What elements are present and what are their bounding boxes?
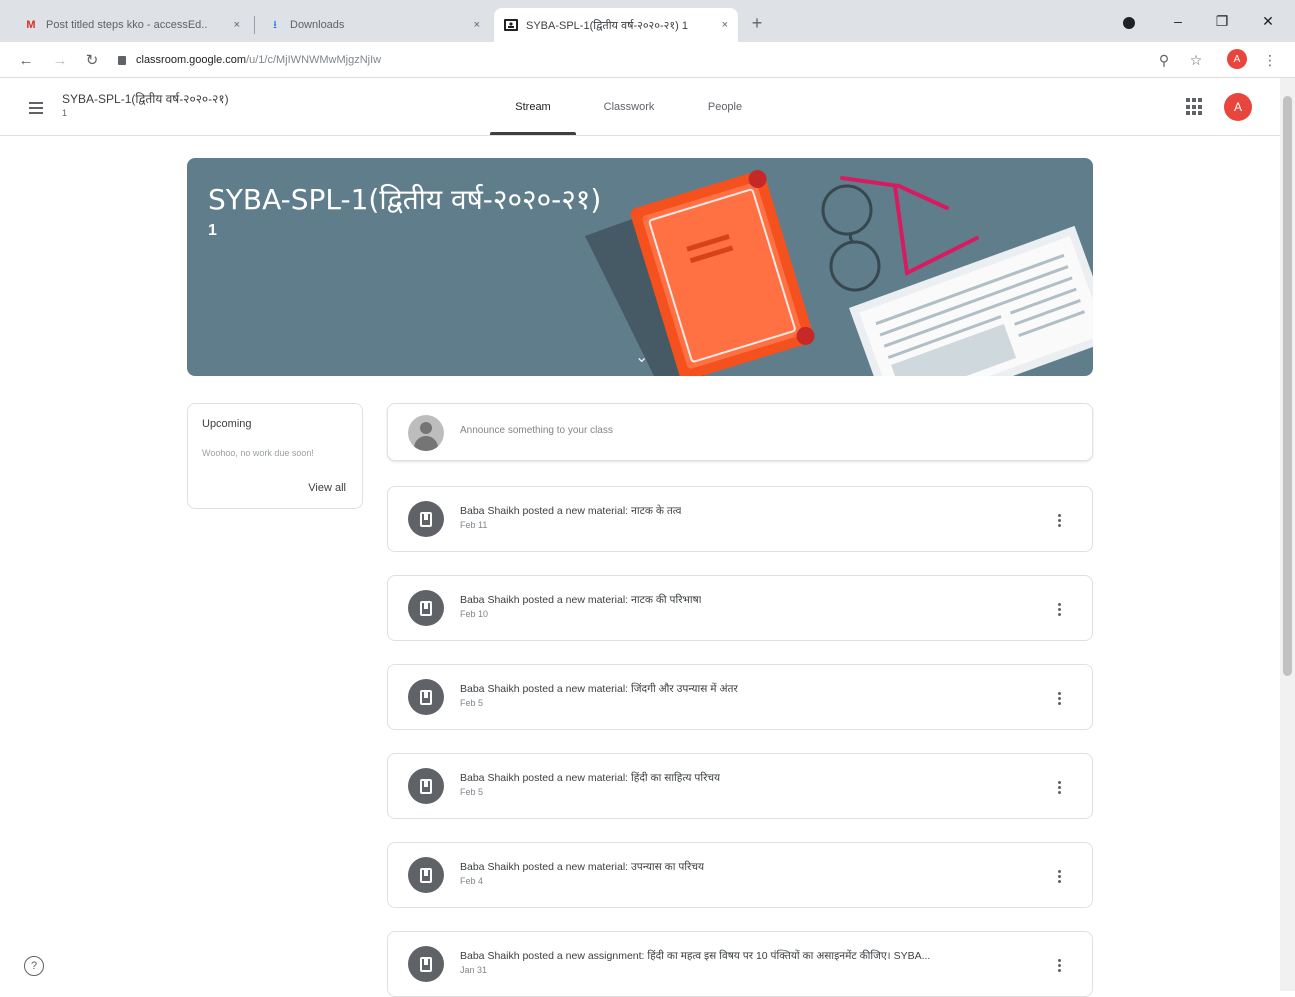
help-icon[interactable]: ? (24, 956, 44, 976)
more-options-icon[interactable] (1052, 687, 1066, 709)
material-icon (408, 679, 444, 715)
more-options-icon[interactable] (1052, 865, 1066, 887)
scrollbar-thumb[interactable] (1283, 96, 1292, 676)
post-date: Jan 31 (460, 965, 488, 975)
upcoming-empty-text: Woohoo, no work due soon! (202, 448, 314, 458)
classroom-header: SYBA-SPL-1(द्वितीय वर्ष-२०२०-२१) 1 Strea… (0, 78, 1280, 136)
post-date: Feb 11 (460, 520, 488, 530)
tab-title: Post titled steps kko - accessEd.. (46, 19, 208, 31)
stream-post[interactable]: Baba Shaikh posted a new material: जिंदग… (387, 664, 1093, 730)
announce-box[interactable]: Announce something to your class (387, 403, 1093, 461)
stream-post[interactable]: Baba Shaikh posted a new material: नाटक … (387, 486, 1093, 552)
post-text: Baba Shaikh posted a new material: नाटक … (460, 505, 682, 517)
tab-stream[interactable]: Stream (490, 78, 576, 135)
lock-icon (118, 55, 126, 65)
tab-title: Downloads (290, 19, 345, 31)
maximize-button[interactable]: ❐ (1204, 6, 1240, 36)
material-icon (408, 857, 444, 893)
more-options-icon[interactable] (1052, 954, 1066, 976)
browser-tab-strip: M Post titled steps kko - accessEd.. × ⭳… (0, 0, 1295, 42)
tab-title: SYBA-SPL-1(द्वितीय वर्ष-२०२०-२१) 1 (526, 19, 688, 32)
close-tab-icon[interactable]: × (234, 19, 240, 31)
announce-placeholder: Announce something to your class (460, 425, 613, 436)
post-text: Baba Shaikh posted a new material: उपन्य… (460, 861, 705, 873)
material-icon (408, 501, 444, 537)
upcoming-title: Upcoming (202, 418, 252, 430)
tab-search-icon[interactable] (1118, 12, 1140, 34)
post-date: Feb 10 (460, 609, 489, 619)
gmail-icon: M (26, 19, 36, 31)
post-date: Feb 5 (460, 698, 484, 708)
banner-section: 1 (208, 222, 217, 239)
close-tab-icon[interactable]: × (474, 19, 480, 31)
minimize-button[interactable]: – (1160, 6, 1196, 36)
post-text: Baba Shaikh posted a new material: नाटक … (460, 594, 702, 606)
post-date: Feb 5 (460, 787, 484, 797)
upcoming-card: Upcoming Woohoo, no work due soon! View … (187, 403, 363, 509)
tab-classwork[interactable]: Classwork (586, 78, 672, 135)
browser-menu-icon[interactable]: ⋮ (1260, 50, 1280, 70)
reload-icon[interactable]: ↻ (80, 48, 104, 72)
address-bar[interactable]: classroom.google.com /u/1/c/MjIWNWMwMjgz… (118, 48, 1138, 72)
stream-post[interactable]: Baba Shaikh posted a new material: हिंदी… (387, 753, 1093, 819)
stream-post[interactable]: Baba Shaikh posted a new assignment: हिं… (387, 931, 1093, 997)
view-all-link[interactable]: View all (308, 482, 346, 494)
page-scrollbar[interactable] (1280, 78, 1295, 991)
browser-profile-avatar[interactable]: A (1227, 49, 1247, 69)
hamburger-menu-icon[interactable] (22, 94, 50, 122)
material-icon (408, 768, 444, 804)
close-tab-icon[interactable]: × (722, 19, 728, 31)
class-banner: ⌄ SYBA-SPL-1(द्वितीय वर्ष-२०२०-२१) 1 (187, 158, 1093, 376)
download-icon: ⭳ (273, 18, 277, 31)
back-arrow-icon[interactable]: ← (14, 48, 38, 72)
classroom-icon (504, 19, 518, 31)
url-path: /u/1/c/MjIWNWMwMjgzNjIw (246, 54, 382, 66)
google-apps-icon[interactable] (1186, 98, 1204, 116)
material-icon (408, 590, 444, 626)
window-close-button[interactable]: ✕ (1250, 6, 1286, 36)
more-options-icon[interactable] (1052, 598, 1066, 620)
forward-arrow-icon[interactable]: → (48, 48, 72, 72)
account-avatar[interactable]: A (1224, 93, 1252, 121)
class-section: 1 (62, 108, 68, 118)
post-date: Feb 4 (460, 876, 484, 886)
post-text: Baba Shaikh posted a new material: हिंदी… (460, 772, 721, 784)
more-options-icon[interactable] (1052, 776, 1066, 798)
browser-tab-downloads[interactable]: ⭳ Downloads × (258, 8, 490, 42)
browser-tab-classroom[interactable]: SYBA-SPL-1(द्वितीय वर्ष-२०२०-२१) 1 × (494, 8, 738, 42)
more-options-icon[interactable] (1052, 509, 1066, 531)
stream-post[interactable]: Baba Shaikh posted a new material: नाटक … (387, 575, 1093, 641)
class-name[interactable]: SYBA-SPL-1(द्वितीय वर्ष-२०२०-२१) (62, 90, 229, 107)
bookmark-star-icon[interactable]: ☆ (1186, 50, 1206, 70)
tab-people[interactable]: People (684, 78, 766, 135)
user-avatar-icon (408, 415, 444, 451)
stream-post[interactable]: Baba Shaikh posted a new material: उपन्य… (387, 842, 1093, 908)
banner-expand-icon[interactable]: ⌄ (635, 347, 648, 366)
banner-title: SYBA-SPL-1(द्वितीय वर्ष-२०२०-२१) (208, 183, 602, 216)
browser-tab-gmail[interactable]: M Post titled steps kko - accessEd.. × (14, 8, 250, 42)
url-host: classroom.google.com (136, 54, 247, 66)
new-tab-button[interactable]: + (746, 12, 768, 34)
browser-toolbar: ← → ↻ classroom.google.com /u/1/c/MjIWNW… (0, 42, 1295, 78)
zoom-icon[interactable]: ⚲ (1154, 50, 1174, 70)
post-text: Baba Shaikh posted a new assignment: हिं… (460, 950, 931, 962)
assignment-icon (408, 946, 444, 982)
post-text: Baba Shaikh posted a new material: जिंदग… (460, 683, 738, 695)
